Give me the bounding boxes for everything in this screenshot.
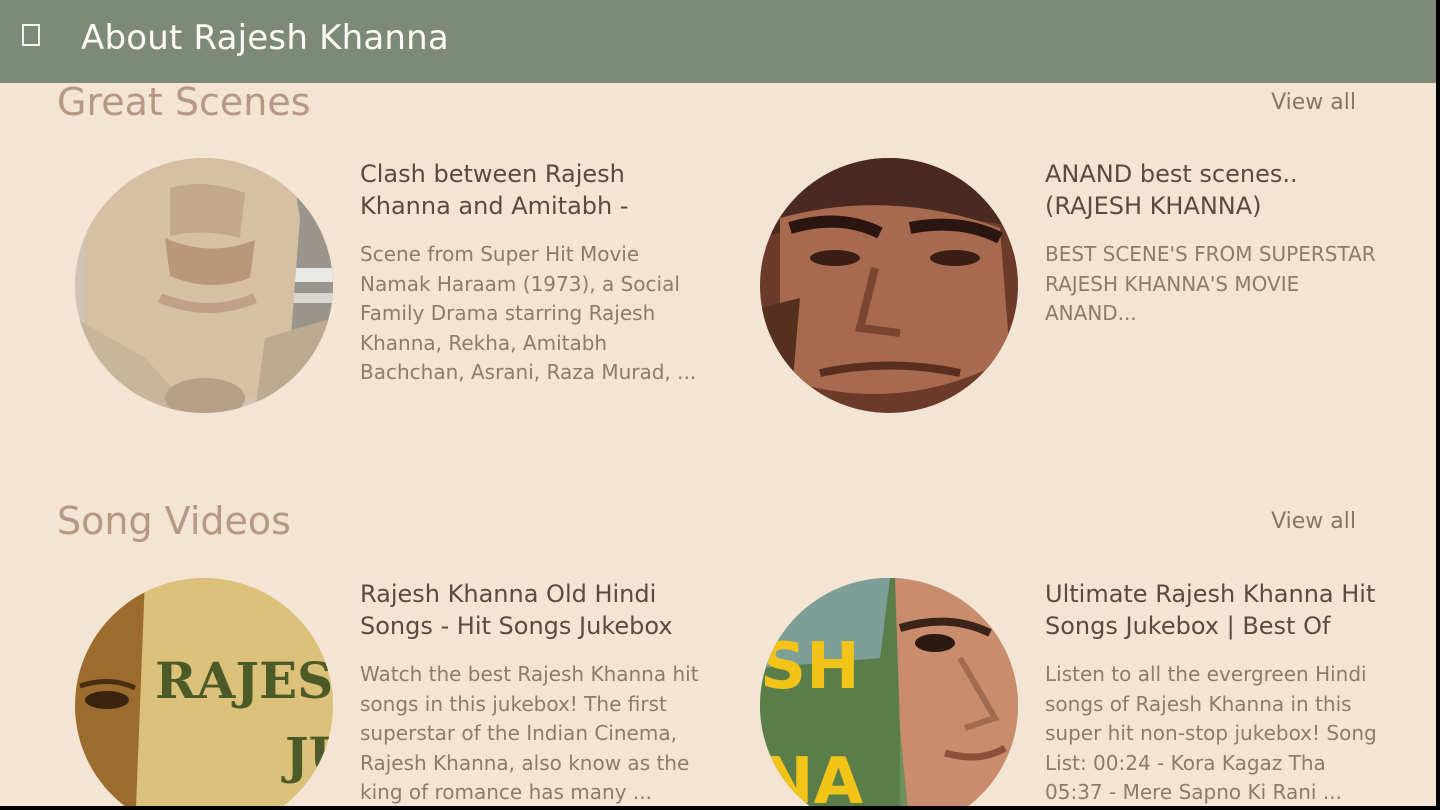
- title-bar: About Rajesh Khanna: [0, 0, 1436, 83]
- view-all-song-videos-link[interactable]: View all: [1271, 509, 1356, 534]
- scene-title-2[interactable]: ANAND best scenes.. (RAJESH KHANNA): [1045, 158, 1385, 224]
- scene-card-1[interactable]: Clash between Rajesh Khanna and Amitabh …: [75, 158, 715, 418]
- scene-thumbnail-1: [75, 158, 333, 413]
- song-thumbnail-1-text-1: RAJES: [155, 651, 333, 710]
- song-thumbnail-2-text-2: NA: [760, 745, 864, 806]
- section-title-great-scenes: Great Scenes: [57, 80, 311, 124]
- scene-thumbnail-2: [760, 158, 1018, 413]
- scene-description-1: Scene from Super Hit Movie Namak Haraam …: [360, 242, 697, 384]
- song-card-1[interactable]: RAJES JU Rajesh Khanna Old Hindi Songs -…: [75, 578, 715, 806]
- song-description-1: Watch the best Rajesh Khanna hit songs i…: [360, 662, 699, 804]
- scene-description-2: BEST SCENE'S FROM SUPERSTAR RAJESH KHANN…: [1045, 242, 1376, 325]
- scene-card-2[interactable]: ANAND best scenes.. (RAJESH KHANNA) BEST…: [760, 158, 1400, 418]
- app-window: About Rajesh Khanna Great Scenes View al…: [0, 0, 1436, 806]
- song-thumbnail-1: RAJES JU: [75, 578, 333, 806]
- song-thumbnail-2: SH NA: [760, 578, 1018, 806]
- song-thumbnail-1-text-2: JU: [281, 726, 333, 785]
- song-thumbnail-2-text-1: SH: [760, 630, 860, 704]
- section-title-song-videos: Song Videos: [57, 499, 291, 543]
- song-title-1[interactable]: Rajesh Khanna Old Hindi Songs - Hit Song…: [360, 578, 700, 644]
- song-description-2: Listen to all the evergreen Hindi songs …: [1045, 662, 1377, 804]
- song-title-2[interactable]: Ultimate Rajesh Khanna Hit Songs Jukebox…: [1045, 578, 1385, 644]
- song-card-2[interactable]: SH NA Ultimate Rajesh Khanna Hit Songs J…: [760, 578, 1400, 806]
- hamburger-menu-icon[interactable]: [22, 24, 40, 46]
- app-title: About Rajesh Khanna: [81, 18, 449, 58]
- scene-title-1[interactable]: Clash between Rajesh Khanna and Amitabh …: [360, 158, 700, 224]
- view-all-great-scenes-link[interactable]: View all: [1271, 90, 1356, 115]
